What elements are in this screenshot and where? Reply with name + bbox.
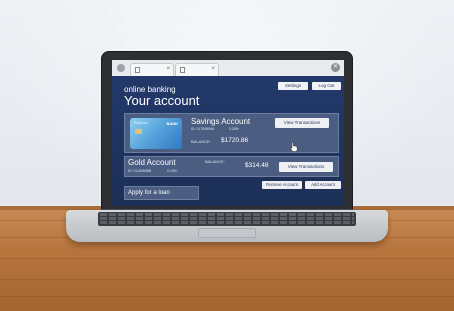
card-label: Platinum [134,121,148,125]
balance-label: BALANCE: [191,139,211,144]
add-account-button[interactable]: Add Account [305,181,341,189]
banking-app: Settings Log Out online banking Your acc… [112,76,344,206]
account-balance: $314.48 [245,162,269,169]
browser-tab-1[interactable]: × [130,63,174,76]
tab-close-icon[interactable]: × [211,65,215,73]
laptop-keyboard [98,212,356,226]
laptop-screen: × × ✕ Settings Log Out online banking Yo… [112,60,344,206]
page-title: Your account [124,93,200,108]
view-transactions-button[interactable]: View Transactions [279,162,333,172]
page-icon [135,67,140,73]
apply-loan-button[interactable]: Apply for a loan [124,186,199,200]
card-brand: BANK [166,121,178,126]
tab-close-icon[interactable]: × [166,65,170,73]
account-id: ID: 01784596A [191,127,215,131]
card-chip-icon [135,129,142,134]
credit-card-image: Platinum BANK [130,118,182,149]
savings-account-panel: Platinum BANK Savings Account ID: 017845… [124,113,339,153]
account-name: Gold Account [128,158,176,167]
hand-cursor-icon [290,142,298,152]
settings-button[interactable]: Settings [278,82,308,90]
account-balance: $1720.86 [221,137,249,144]
account-name: Savings Account [191,117,251,126]
account-rate: 0.15% [167,169,177,173]
page-icon [180,67,185,73]
gold-account-panel: Gold Account ID: 01163598B 0.15% BALANCE… [124,156,339,177]
browser-tab-2[interactable]: × [175,63,219,76]
photo-scene: × × ✕ Settings Log Out online banking Yo… [0,0,454,311]
browser-nav-icon[interactable] [117,64,125,72]
laptop-trackpad [198,228,256,238]
logout-button[interactable]: Log Out [312,82,341,90]
balance-label: BALANCE: [205,159,225,164]
account-rate: 3.28% [229,127,239,131]
browser-chrome: × × ✕ [112,60,344,76]
remove-account-button[interactable]: Remove Account [262,181,302,189]
account-id: ID: 01163598B [128,169,152,173]
window-close-icon[interactable]: ✕ [331,63,340,72]
view-transactions-button[interactable]: View Transactions [275,118,329,128]
